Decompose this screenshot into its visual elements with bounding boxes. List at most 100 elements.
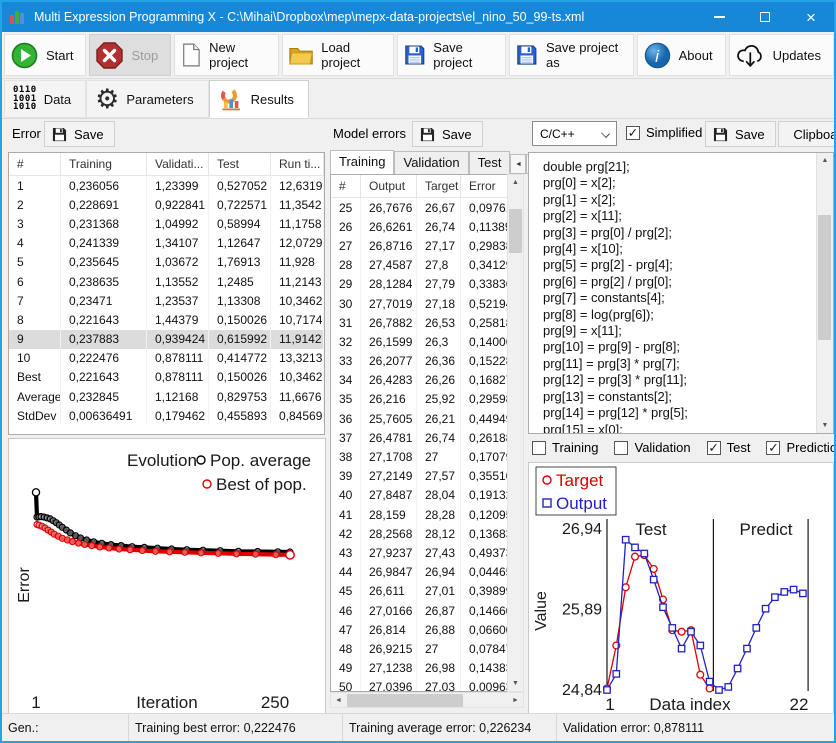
table-row[interactable]: 3625,760526,210,449498 bbox=[331, 409, 508, 428]
cell: 27,0396 bbox=[361, 678, 417, 692]
cell: 27 bbox=[331, 236, 361, 255]
table-row[interactable]: 4927,123826,980,143835 bbox=[331, 659, 508, 678]
table-row[interactable]: 3326,207726,360,152287 bbox=[331, 352, 508, 371]
table-row[interactable]: 3426,428326,260,168276 bbox=[331, 371, 508, 390]
table-row[interactable]: 2827,458727,80,341298 bbox=[331, 256, 508, 275]
updates-button[interactable]: Updates bbox=[729, 34, 834, 76]
plot-checkbox-predictions[interactable]: ✓Predictions bbox=[766, 440, 836, 455]
model-errors-tab-training[interactable]: Training bbox=[330, 150, 394, 174]
scroll-down-icon[interactable]: ▼ bbox=[817, 418, 833, 433]
scroll-up-icon[interactable]: ▲ bbox=[817, 153, 833, 168]
table-row[interactable]: 70,234711,235371,1330810,3462 bbox=[9, 291, 324, 310]
minimize-button[interactable] bbox=[696, 2, 742, 32]
scrollbar-thumb[interactable] bbox=[347, 694, 463, 707]
about-button[interactable]: i About bbox=[637, 34, 726, 76]
table-row[interactable]: 4027,848728,040,191323 bbox=[331, 486, 508, 505]
new-project-button[interactable]: New project bbox=[174, 34, 279, 76]
table-row[interactable]: 4526,61127,010,398998 bbox=[331, 582, 508, 601]
table-row[interactable]: 10,2360561,233990,52705212,6319 bbox=[9, 176, 324, 195]
cell: 44 bbox=[331, 563, 361, 582]
table-row[interactable]: 3526,21625,920,295984 bbox=[331, 390, 508, 409]
table-row[interactable]: 3927,214927,570,355103 bbox=[331, 467, 508, 486]
table-row[interactable]: 3827,1708270,170794 bbox=[331, 447, 508, 466]
table-row[interactable]: 2726,871627,170,298384 bbox=[331, 236, 508, 255]
tab-data[interactable]: 011010011010 Data bbox=[4, 80, 86, 118]
table-row[interactable]: 20,2286910,9228410,72257111,3542 bbox=[9, 195, 324, 214]
simplified-checkbox[interactable]: ✓ Simplified bbox=[626, 125, 702, 140]
close-button[interactable]: × bbox=[788, 2, 834, 32]
table-row[interactable]: 4128,15928,280,120951 bbox=[331, 505, 508, 524]
tab-results[interactable]: Results bbox=[209, 80, 309, 118]
table-row[interactable]: 4726,81426,880,066008 bbox=[331, 620, 508, 639]
table-row[interactable]: 80,2216431,443790,15002610,7174 bbox=[9, 310, 324, 329]
table-row[interactable]: 90,2378830,9394240,61599211,9142 bbox=[9, 330, 324, 349]
cell: 27,0166 bbox=[361, 601, 417, 620]
scroll-up-icon[interactable]: ▲ bbox=[508, 175, 523, 190]
table-row[interactable]: 100,2224760,8781110,41477213,3213 bbox=[9, 349, 324, 368]
table-row[interactable]: 3027,701927,180,521945 bbox=[331, 294, 508, 313]
model-errors-vscrollbar[interactable]: ▲ ▼ bbox=[507, 174, 524, 692]
code-vscrollbar[interactable]: ▲ ▼ bbox=[816, 153, 833, 433]
cell: 13,3213 bbox=[271, 349, 324, 368]
table-row[interactable]: 4327,923727,430,493738 bbox=[331, 543, 508, 562]
table-row[interactable]: 3726,478126,740,261882 bbox=[331, 428, 508, 447]
chevron-down-icon bbox=[601, 129, 610, 138]
language-select[interactable]: C/C++ bbox=[532, 121, 617, 146]
table-row[interactable]: 5027,039627,030,009634 bbox=[331, 678, 508, 692]
column-header: Run ti... bbox=[271, 153, 324, 175]
cell: 39 bbox=[331, 467, 361, 486]
plot-checkbox-test[interactable]: ✓Test bbox=[707, 440, 751, 455]
scrollbar-thumb[interactable] bbox=[818, 215, 831, 340]
table-row[interactable]: 2928,128427,790,338365 bbox=[331, 275, 508, 294]
table-row[interactable]: Best0,2216430,8781110,15002610,3462 bbox=[9, 368, 324, 387]
save-project-button[interactable]: Save project bbox=[397, 34, 507, 76]
cell: 0,241339 bbox=[61, 234, 147, 253]
cell: 0,066008 bbox=[461, 620, 508, 639]
table-row[interactable]: 4826,9215270,078470 bbox=[331, 639, 508, 658]
cell: 1,12168 bbox=[147, 387, 209, 406]
model-errors-tab-validation[interactable]: Validation bbox=[394, 151, 468, 174]
table-row[interactable]: 4228,256828,120,136832 bbox=[331, 524, 508, 543]
cell: 0,23471 bbox=[61, 291, 147, 310]
save-project-as-button[interactable]: Save project as bbox=[509, 34, 633, 76]
table-row[interactable]: 60,2386351,135521,248511,2143 bbox=[9, 272, 324, 291]
load-project-button[interactable]: Load project bbox=[282, 34, 394, 76]
table-row[interactable]: 3126,788226,530,258182 bbox=[331, 313, 508, 332]
table-row[interactable]: 2526,767626,670,097612 bbox=[331, 198, 508, 217]
table-row[interactable]: 2626,626126,740,113891 bbox=[331, 217, 508, 236]
start-button[interactable]: Start bbox=[4, 34, 86, 76]
error-save-button[interactable]: Save bbox=[44, 121, 115, 147]
plot-checkbox-training[interactable]: Training bbox=[532, 440, 598, 455]
model-errors-save-button[interactable]: Save bbox=[412, 121, 483, 147]
cell: StdDev bbox=[9, 406, 61, 425]
clipboard-button[interactable]: Clipboard bbox=[778, 121, 836, 147]
model-errors-hscrollbar[interactable]: ◄ ► bbox=[330, 692, 524, 708]
table-row[interactable]: 50,2356451,036721,7691311,928 bbox=[9, 253, 324, 272]
plot-checkbox-validation[interactable]: Validation bbox=[614, 440, 690, 455]
maximize-button[interactable] bbox=[742, 2, 788, 32]
table-row[interactable]: Average0,2328451,121680,82975311,6676 bbox=[9, 387, 324, 406]
stop-button[interactable]: Stop bbox=[89, 34, 171, 76]
tab-parameters[interactable]: ⚙ Parameters bbox=[86, 80, 208, 118]
error-summary-table[interactable]: #TrainingValidati...TestRun ti...10,2360… bbox=[8, 152, 325, 435]
cell: 26,74 bbox=[417, 428, 461, 447]
scrollbar-thumb[interactable] bbox=[509, 209, 522, 253]
code-save-button[interactable]: Save bbox=[705, 121, 776, 147]
model-errors-table[interactable]: #OutputTargetError2526,767626,670,097612… bbox=[330, 174, 508, 692]
cell: 25 bbox=[331, 198, 361, 217]
model-errors-tab-test[interactable]: Test bbox=[469, 151, 511, 174]
table-row[interactable]: 3226,159926,30,140062 bbox=[331, 332, 508, 351]
cell: 25,92 bbox=[417, 390, 461, 409]
cell: 35 bbox=[331, 390, 361, 409]
scroll-left-icon[interactable]: ◄ bbox=[331, 693, 346, 708]
table-row[interactable]: 30,2313681,049920,5899411,1758 bbox=[9, 214, 324, 233]
table-row[interactable]: StdDev0,006364910,1794620,4558930,845697 bbox=[9, 406, 324, 425]
table-row[interactable]: 4426,984726,940,044650 bbox=[331, 563, 508, 582]
table-row[interactable]: 40,2413391,341071,1264712,0729 bbox=[9, 234, 324, 253]
status-item: Training best error: 0,222476 bbox=[129, 714, 343, 741]
tab-scroll-left-button[interactable]: ◄ bbox=[510, 154, 526, 174]
table-row[interactable]: 4627,016626,870,146609 bbox=[331, 601, 508, 620]
code-panel[interactable]: double prg[21]; prg[0] = x[2]; prg[1] = … bbox=[528, 152, 834, 434]
scroll-down-icon[interactable]: ▼ bbox=[508, 676, 523, 691]
scroll-right-icon[interactable]: ► bbox=[508, 693, 523, 708]
